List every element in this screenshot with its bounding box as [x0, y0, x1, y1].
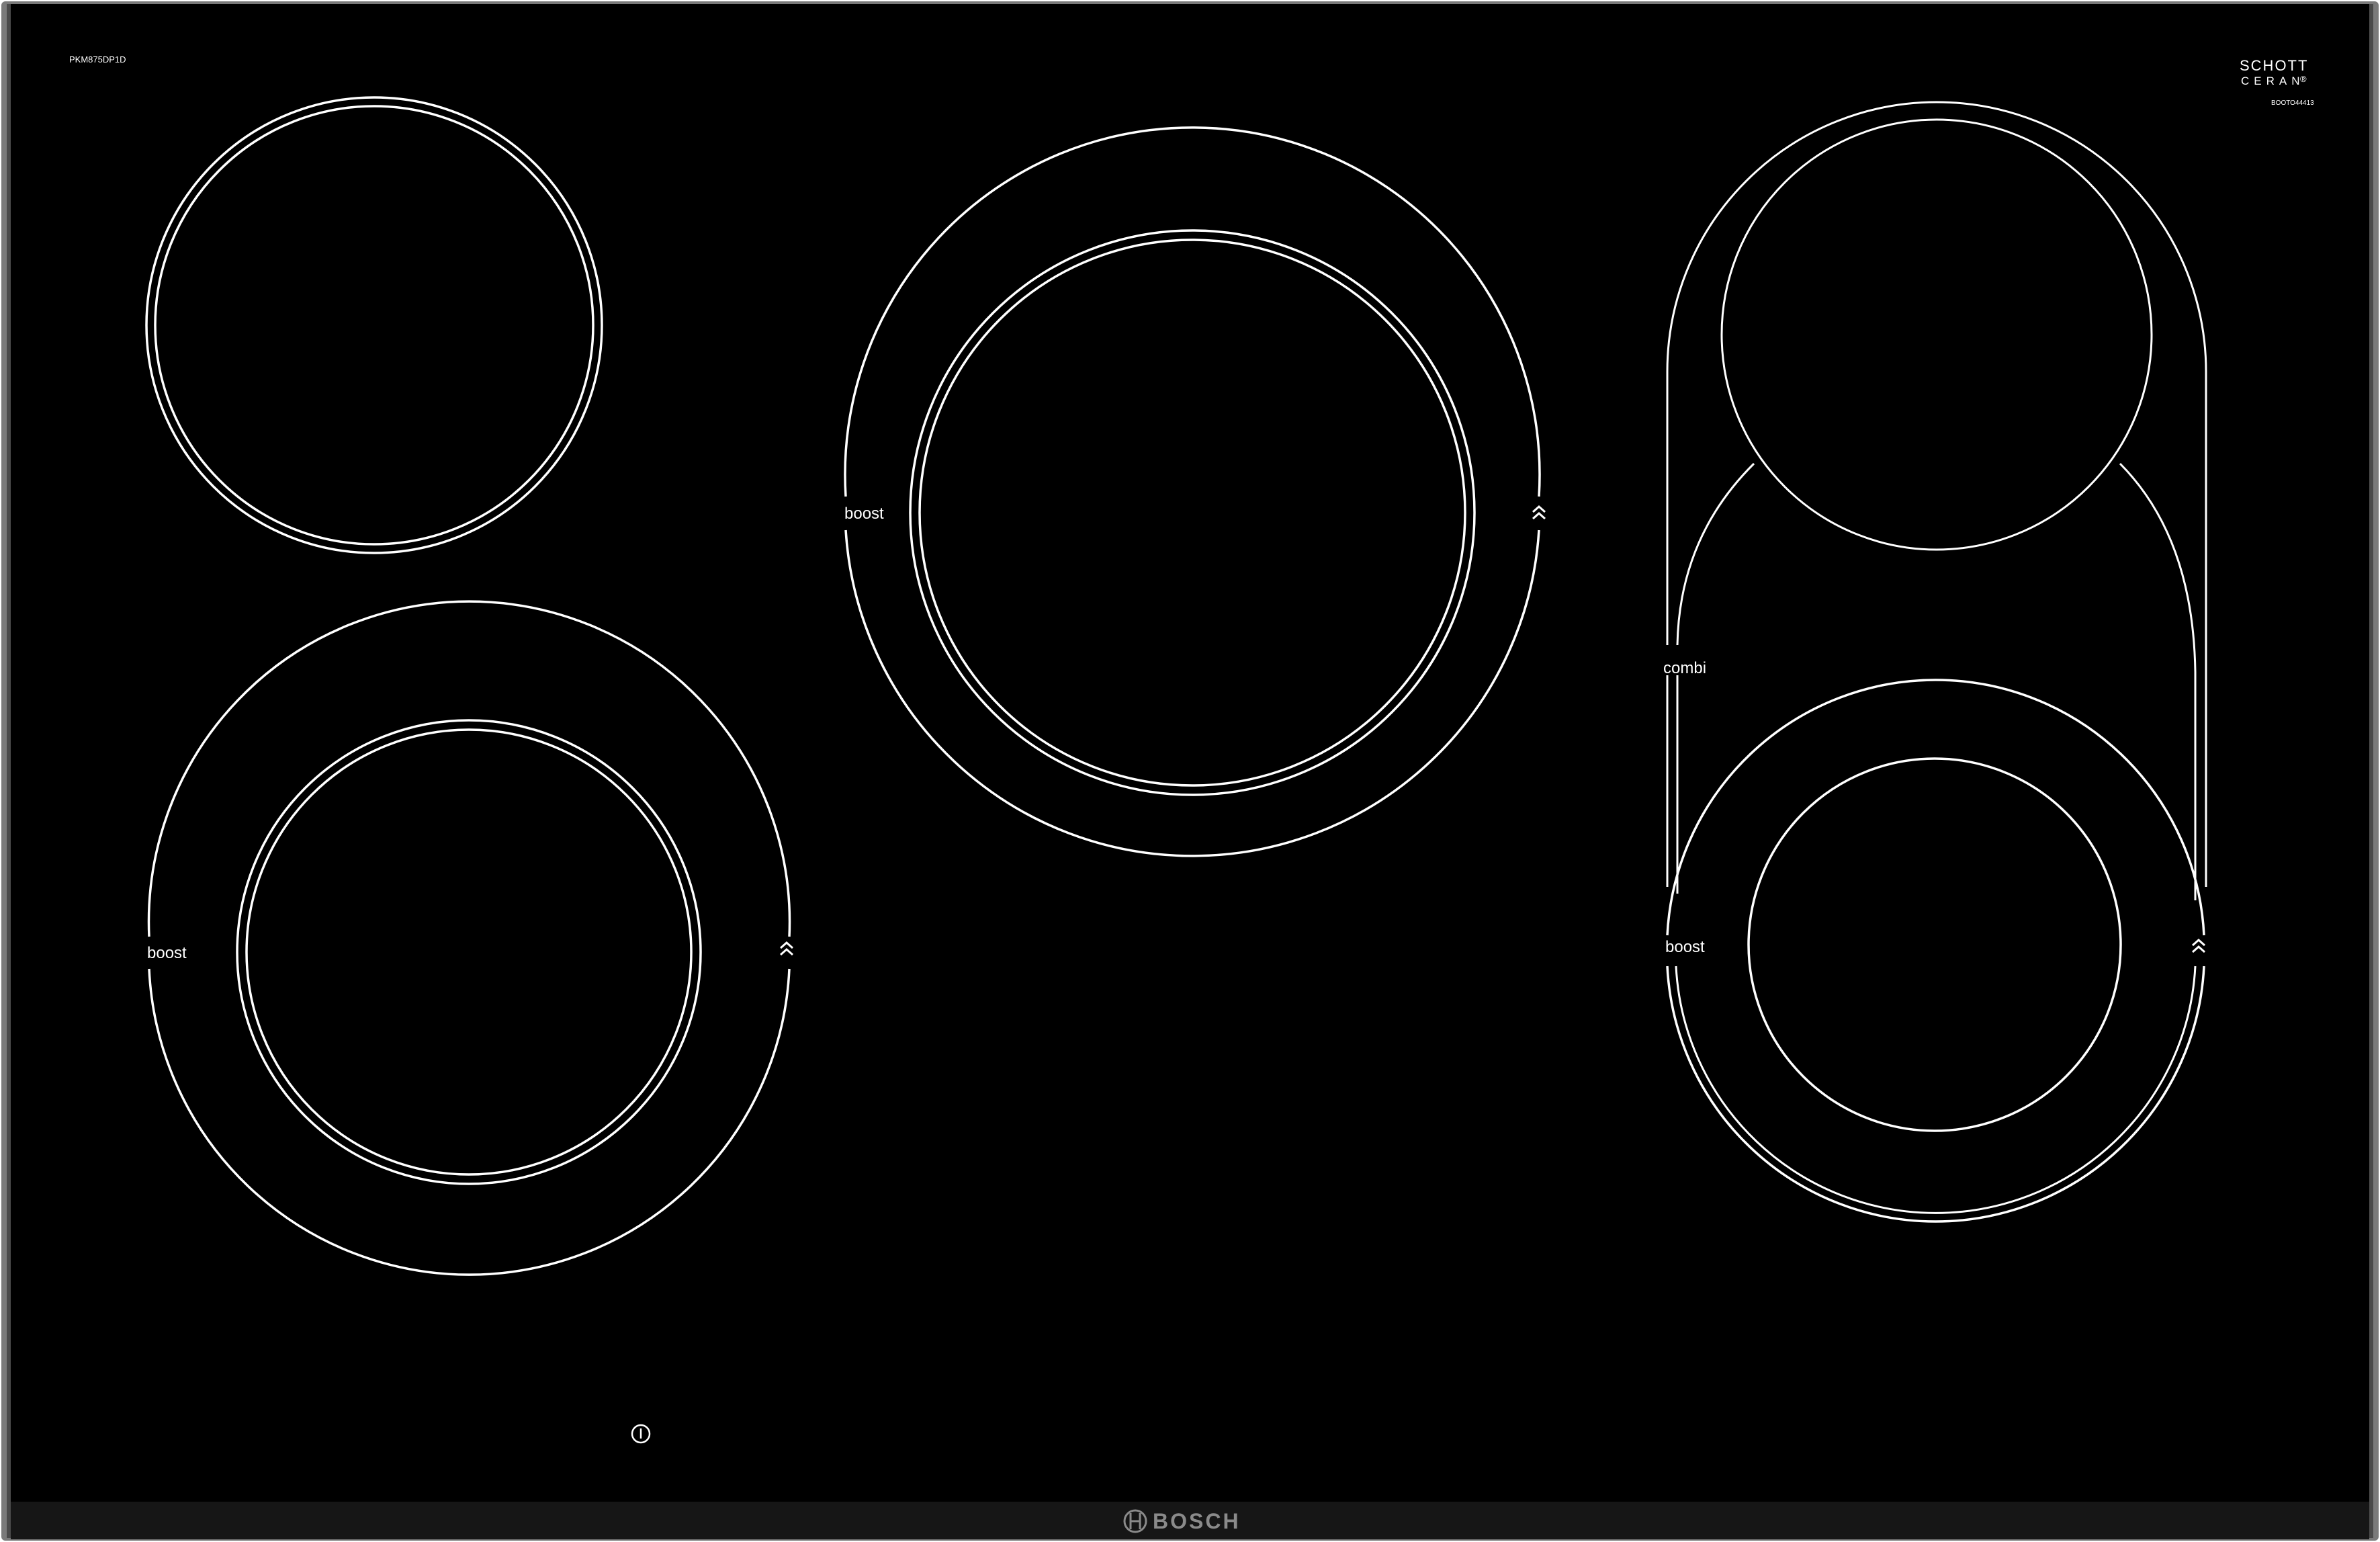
ceran-text: CERAN — [2241, 75, 2305, 87]
model-code: PKM875DP1D — [69, 54, 126, 65]
cooktop-stage: PKM875DP1D SCHOTT CERAN ® BOOTO44413 boo… — [0, 0, 2380, 1542]
registered-mark: ® — [2300, 74, 2307, 84]
brand-name: BOSCH — [1153, 1509, 1241, 1533]
boost-label-right[interactable]: boost — [1665, 938, 1705, 956]
boost-label-left[interactable]: boost — [147, 944, 187, 962]
combi-label[interactable]: combi — [1663, 659, 1706, 677]
certification-code: BOOTO44413 — [2271, 99, 2314, 107]
schott-text: SCHOTT — [2240, 57, 2308, 74]
cooktop-panel: PKM875DP1D SCHOTT CERAN ® BOOTO44413 boo… — [1, 1, 2379, 1541]
glass-surface — [11, 4, 2369, 1502]
boost-label-center[interactable]: boost — [844, 505, 884, 523]
